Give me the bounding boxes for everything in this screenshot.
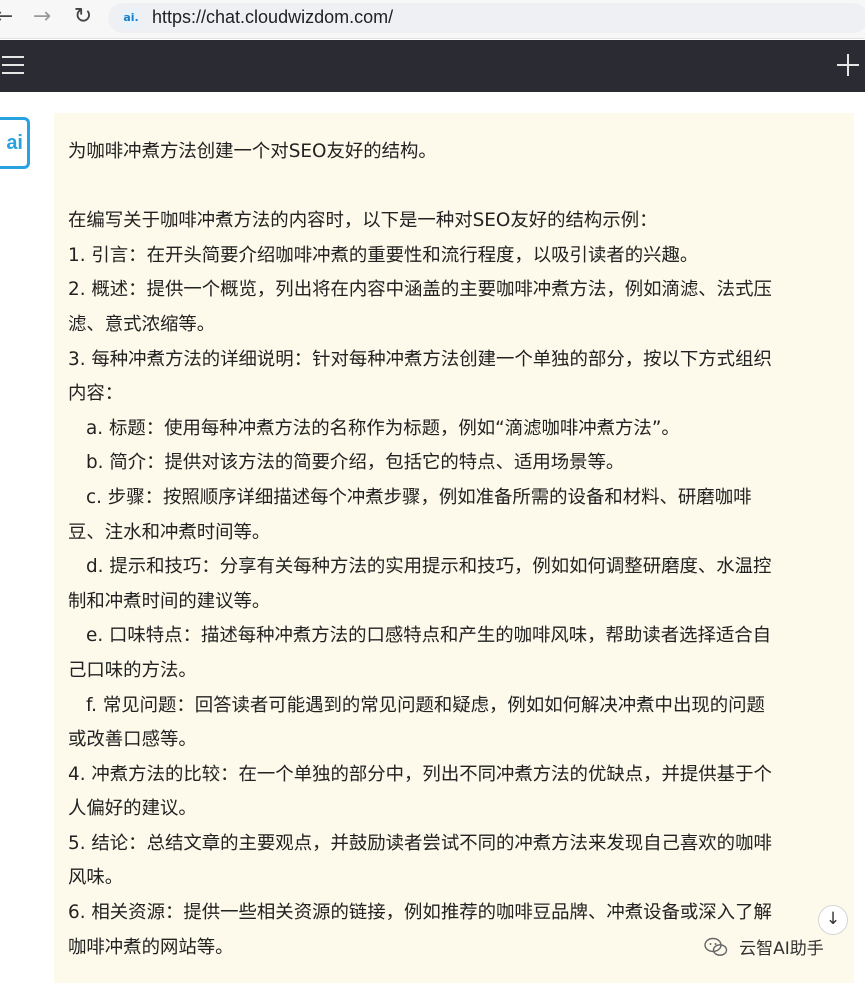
browser-toolbar: ← → ↻ ai. https://chat.cloudwizdom.com/ [0, 0, 865, 39]
message-line: 制和冲煮时间的建议等。 [68, 590, 271, 612]
message-line: 1. 引言：在开头简要介绍咖啡冲煮的重要性和流行程度，以吸引读者的兴趣。 [68, 244, 699, 266]
message-text: 为咖啡冲煮方法创建一个对SEO友好的结构。 在编写关于咖啡冲煮方法的内容时，以下… [68, 135, 838, 965]
reload-icon[interactable]: ↻ [70, 4, 96, 30]
message-line: 或改善口感等。 [68, 729, 197, 751]
message-line: e. 口味特点：描述每种冲煮方法的口感特点和产生的咖啡风味，帮助读者选择适合自 [86, 625, 772, 647]
message-line: 4. 冲煮方法的比较：在一个单独的部分中，列出不同冲煮方法的优缺点，并提供基于个 [68, 763, 772, 785]
wechat-icon [704, 937, 728, 956]
message-line: 5. 结论：总结文章的主要观点，并鼓励读者尝试不同的冲煮方法来发现自己喜欢的咖啡 [68, 832, 772, 854]
message-line: 6. 相关资源：提供一些相关资源的链接，例如推荐的咖啡豆品牌、冲煮设备或深入了解 [68, 902, 772, 924]
message-line: 己口味的方法。 [68, 659, 197, 681]
app-header [0, 40, 865, 92]
message-line: 风味。 [68, 867, 124, 889]
message-title: 为咖啡冲煮方法创建一个对SEO友好的结构。 [68, 141, 437, 162]
message-line: f. 常见问题：回答读者可能遇到的常见问题和疑虑，例如如何解决冲煮中出现的问题 [86, 694, 765, 716]
watermark-text: 云智AI助手 [739, 939, 824, 959]
message-line: 在编写关于咖啡冲煮方法的内容时，以下是一种对SEO友好的结构示例： [68, 210, 658, 232]
url-text[interactable]: https://chat.cloudwizdom.com/ [152, 7, 393, 28]
message-line: 2. 概述：提供一个概览，列出将在内容中涵盖的主要咖啡冲煮方法，例如滴滤、法式压 [68, 279, 772, 301]
forward-icon[interactable]: → [30, 4, 54, 30]
message-line: 内容： [68, 383, 124, 405]
address-bar[interactable]: ai. https://chat.cloudwizdom.com/ [108, 3, 865, 33]
message-line: 3. 每种冲煮方法的详细说明：针对每种冲煮方法创建一个单独的部分，按以下方式组织 [68, 348, 772, 370]
back-icon[interactable]: ← [0, 4, 14, 30]
message-line: 豆、注水和冲煮时间等。 [68, 521, 271, 543]
hamburger-icon[interactable] [2, 56, 24, 76]
message-line: c. 步骤：按照顺序详细描述每个冲煮步骤，例如准备所需的设备和材料、研磨咖啡 [86, 486, 752, 508]
watermark: 云智AI助手 [704, 934, 824, 959]
site-favicon-icon: ai. [122, 9, 140, 27]
assistant-avatar: ai [0, 117, 30, 169]
assistant-message-bubble: 为咖啡冲煮方法创建一个对SEO友好的结构。 在编写关于咖啡冲煮方法的内容时，以下… [54, 113, 854, 983]
message-line: a. 标题：使用每种冲煮方法的名称作为标题，例如“滴滤咖啡冲煮方法”。 [86, 417, 680, 439]
message-line: 人偏好的建议。 [68, 798, 197, 820]
message-line: 滤、意式浓缩等。 [68, 313, 216, 335]
message-line: d. 提示和技巧：分享有关每种方法的实用提示和技巧，例如如何调整研磨度、水温控 [86, 556, 772, 578]
scroll-down-button[interactable]: ↓ [818, 905, 848, 935]
plus-icon[interactable] [837, 54, 859, 76]
message-line: b. 简介：提供对该方法的简要介绍，包括它的特点、适用场景等。 [86, 452, 625, 474]
